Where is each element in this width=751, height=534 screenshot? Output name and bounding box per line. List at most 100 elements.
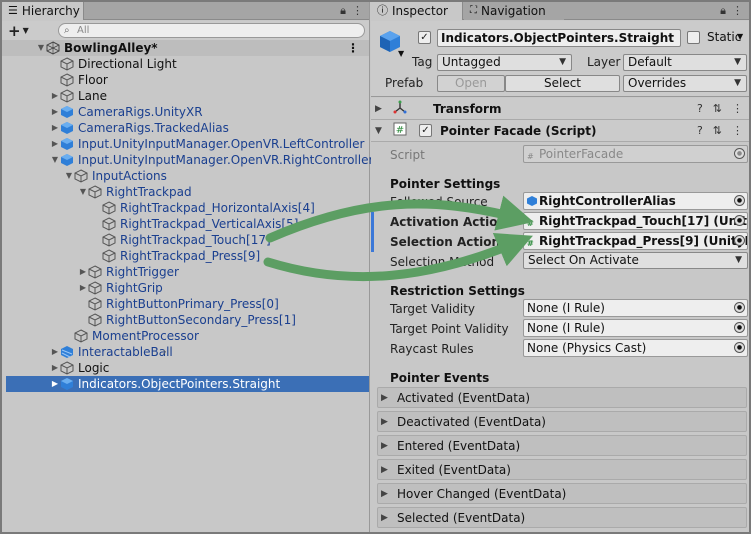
hierarchy-tab-controls: 🔒︎ ⋮ <box>340 4 363 18</box>
expand-arrow-icon[interactable]: ▶ <box>50 360 60 376</box>
inspector-panel: ⓘ Inspector ⛶ Navigation 🔒︎ ⋮ ▼ ✓ Indica… <box>371 2 749 532</box>
target-validity-field[interactable]: None (I Rule) ● <box>523 299 748 317</box>
object-picker-icon[interactable]: ● <box>734 215 745 226</box>
chevron-right-icon[interactable]: › <box>162 344 166 360</box>
selection-method-dropdown[interactable]: Select On Activate ▼ <box>523 252 748 269</box>
search-input[interactable]: ⌕ All <box>58 23 365 38</box>
event-foldout[interactable]: ▶ Deactivated (EventData) <box>377 411 747 432</box>
expand-arrow-icon[interactable]: ▶ <box>381 489 393 499</box>
hierarchy-item[interactable]: ▼ Input.UnityInputManager.OpenVR.RightCon… <box>2 152 374 168</box>
pointer-facade-component-header[interactable]: ▼ # ✓ Pointer Facade (Script) ? ⇅ ⋮ <box>371 120 749 142</box>
hierarchy-item[interactable]: RightTrackpad_HorizontalAxis[4] <box>2 200 315 216</box>
object-picker-icon[interactable]: ● <box>734 195 745 206</box>
event-label: Exited (EventData) <box>397 462 511 477</box>
chevron-down-icon: ▼ <box>22 26 29 35</box>
activation-action-field[interactable]: # RightTrackpad_Touch[17] (Unity ● <box>523 212 748 230</box>
expand-arrow-icon[interactable]: ▶ <box>381 441 393 451</box>
target-point-validity-field[interactable]: None (I Rule) ● <box>523 319 748 337</box>
event-foldout[interactable]: ▶ Entered (EventData) <box>377 435 747 456</box>
collapse-arrow-icon[interactable]: ▼ <box>375 126 389 136</box>
kebab-menu-icon[interactable]: ⋮ <box>732 102 743 115</box>
hierarchy-item[interactable]: ▶ Indicators.ObjectPointers.Straight <box>6 376 369 392</box>
kebab-menu-icon[interactable]: ⋮ <box>732 4 743 18</box>
expand-arrow-icon[interactable]: ▶ <box>381 465 393 475</box>
lock-icon[interactable]: 🔒︎ <box>340 4 346 18</box>
hierarchy-item[interactable]: RightButtonPrimary_Press[0] <box>2 296 279 312</box>
hierarchy-item[interactable]: ▶ Lane <box>2 88 107 104</box>
prefab-open-button[interactable]: Open <box>437 75 505 92</box>
tab-inspector[interactable]: ⓘ Inspector <box>371 2 463 20</box>
script-value: PointerFacade <box>539 147 624 161</box>
lock-icon[interactable]: 🔒︎ <box>720 4 726 18</box>
hierarchy-item[interactable]: Directional Light <box>2 56 177 72</box>
tag-dropdown[interactable]: Untagged ▼ <box>437 54 572 71</box>
object-picker-icon[interactable]: ● <box>734 235 745 246</box>
layer-dropdown[interactable]: Default ▼ <box>623 54 747 71</box>
object-picker-icon[interactable]: ● <box>734 302 745 313</box>
kebab-menu-icon[interactable]: ⋮ <box>347 40 359 56</box>
hierarchy-item[interactable]: Floor <box>2 72 108 88</box>
hierarchy-item[interactable]: RightTrackpad_Touch[17] <box>2 232 271 248</box>
component-enabled-checkbox[interactable]: ✓ <box>419 124 432 137</box>
expand-arrow-icon[interactable]: ▶ <box>50 88 60 104</box>
event-foldout[interactable]: ▶ Exited (EventData) <box>377 459 747 480</box>
help-icon[interactable]: ? <box>697 102 703 115</box>
hierarchy-item[interactable]: ▶ CameraRigs.UnityXR <box>2 104 203 120</box>
event-foldout[interactable]: ▶ Selected (EventData) <box>377 507 747 528</box>
event-foldout[interactable]: ▶ Hover Changed (EventData) <box>377 483 747 504</box>
expand-arrow-icon[interactable]: ▶ <box>78 280 88 296</box>
raycast-rules-field[interactable]: None (Physics Cast) ● <box>523 339 748 357</box>
presets-icon[interactable]: ⇅ <box>713 102 722 115</box>
expand-arrow-icon[interactable]: ▶ <box>50 136 60 152</box>
hierarchy-item[interactable]: ▶ RightGrip <box>2 280 163 296</box>
hierarchy-item-label: RightButtonSecondary_Press[1] <box>106 313 296 327</box>
expand-arrow-icon[interactable]: ▶ <box>381 513 393 523</box>
hierarchy-item[interactable]: ▼ InputActions <box>2 168 167 184</box>
expand-arrow-icon[interactable]: ▼ <box>64 168 74 184</box>
create-button[interactable]: + ▼ <box>8 22 29 40</box>
hierarchy-item[interactable]: ▼ RightTrackpad <box>2 184 192 200</box>
expand-arrow-icon[interactable]: ▼ <box>78 184 88 200</box>
expand-arrow-icon[interactable]: ▶ <box>78 264 88 280</box>
active-checkbox[interactable]: ✓ <box>418 31 431 44</box>
expand-arrow-icon[interactable]: ▼ <box>50 152 60 168</box>
prefab-select-button[interactable]: Select <box>505 75 620 92</box>
expand-arrow-icon[interactable]: ▶ <box>381 393 393 403</box>
expand-arrow-icon[interactable]: ▶ <box>50 120 60 136</box>
hierarchy-item[interactable]: MomentProcessor <box>2 328 199 344</box>
gameobject-icon <box>74 169 88 183</box>
hierarchy-item[interactable]: ▶ Logic <box>2 360 109 376</box>
event-foldout[interactable]: ▶ Activated (EventData) <box>377 387 747 408</box>
expand-arrow-icon[interactable]: ▶ <box>50 104 60 120</box>
hierarchy-item[interactable]: RightButtonSecondary_Press[1] <box>2 312 296 328</box>
object-picker-icon[interactable]: ● <box>734 342 745 353</box>
expand-arrow-icon[interactable]: ▶ <box>50 376 60 392</box>
expand-arrow-icon[interactable]: ▶ <box>381 417 393 427</box>
hierarchy-item[interactable]: RightTrackpad_Press[9] <box>2 248 260 264</box>
expand-arrow-icon[interactable]: ▼ <box>36 40 46 56</box>
kebab-menu-icon[interactable]: ⋮ <box>732 124 743 137</box>
tab-hierarchy[interactable]: ☰ Hierarchy <box>2 2 84 20</box>
chevron-down-icon[interactable]: ▼ <box>398 49 404 58</box>
hierarchy-item[interactable]: ▶ InteractableBall › <box>2 344 173 360</box>
navigation-icon: ⛶ <box>470 5 477 16</box>
scene-root[interactable]: ▼ BowlingAlley* ⋮ <box>2 40 369 56</box>
kebab-menu-icon[interactable]: ⋮ <box>352 4 363 18</box>
transform-component-header[interactable]: ▶ Transform ? ⇅ ⋮ <box>371 98 749 120</box>
static-checkbox[interactable] <box>687 31 700 44</box>
prefab-overrides-dropdown[interactable]: Overrides ▼ <box>623 75 747 92</box>
selection-action-field[interactable]: # RightTrackpad_Press[9] (UnityIn ● <box>523 232 748 250</box>
tab-navigation[interactable]: ⛶ Navigation <box>464 2 564 20</box>
object-picker-icon[interactable]: ● <box>734 322 745 333</box>
hierarchy-item[interactable]: ▶ Input.UnityInputManager.OpenVR.LeftCont… <box>2 136 364 152</box>
hierarchy-item[interactable]: ▶ RightTrigger <box>2 264 179 280</box>
presets-icon[interactable]: ⇅ <box>713 124 722 137</box>
object-name-field[interactable]: Indicators.ObjectPointers.Straight <box>437 29 681 47</box>
hierarchy-item[interactable]: RightTrackpad_VerticalAxis[5] <box>2 216 298 232</box>
hierarchy-item[interactable]: ▶ CameraRigs.TrackedAlias <box>2 120 229 136</box>
expand-arrow-icon[interactable]: ▶ <box>375 104 389 114</box>
expand-arrow-icon[interactable]: ▶ <box>50 344 60 360</box>
followed-source-field[interactable]: RightControllerAlias ● <box>523 192 748 210</box>
chevron-down-icon[interactable]: ▼ <box>737 32 743 41</box>
help-icon[interactable]: ? <box>697 124 703 137</box>
